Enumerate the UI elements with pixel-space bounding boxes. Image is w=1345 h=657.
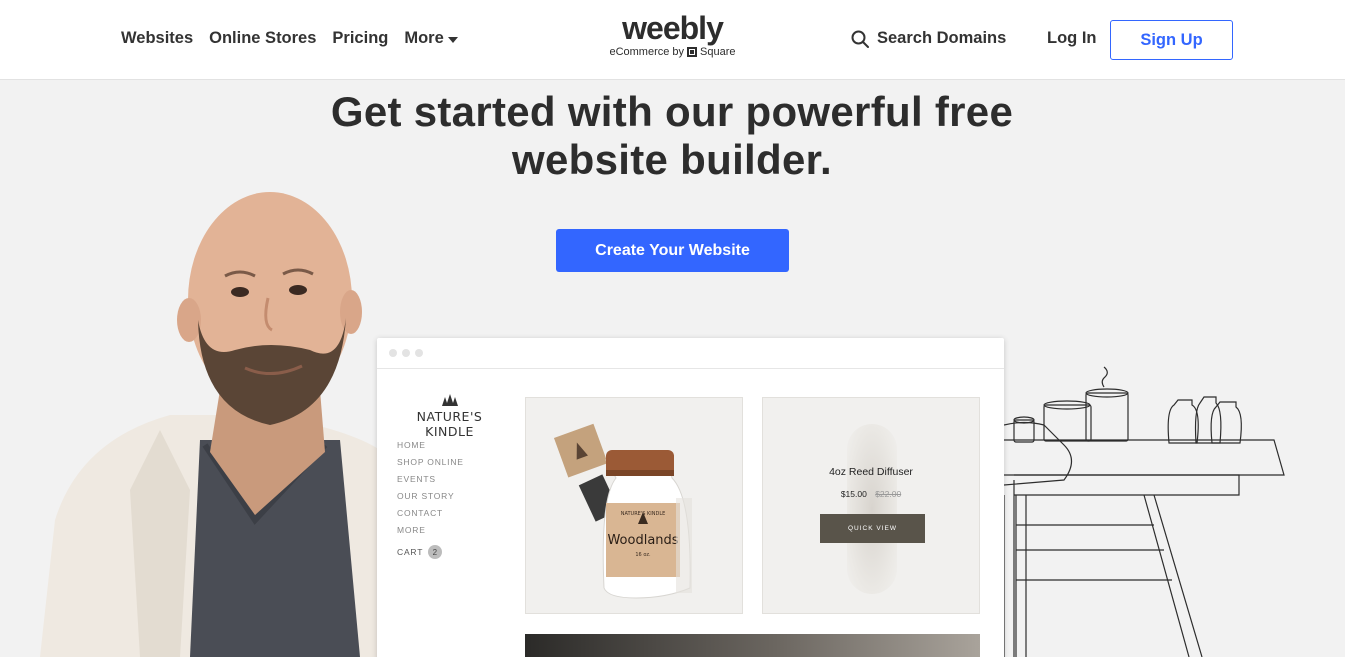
candle-medium xyxy=(1043,404,1092,442)
mock-menu-home[interactable]: HOME xyxy=(397,437,464,454)
mock-brand: NATURE'S KINDLE xyxy=(397,394,502,439)
jar-lid-band xyxy=(606,470,674,476)
weebly-logo[interactable]: weebly eCommerce by Square xyxy=(605,12,740,58)
candle-jar-image: NATURE'S KINDLE Woodlands 16 oz. xyxy=(553,423,692,599)
product-card-candle[interactable]: NATURE'S KINDLE Woodlands 16 oz. xyxy=(525,397,743,614)
window-dot xyxy=(389,349,397,357)
jar-label-main: Woodlands xyxy=(607,533,678,548)
nav-more[interactable]: More xyxy=(404,29,458,48)
product-card-diffuser[interactable]: 4oz Reed Diffuser $15.00 $22.00 QUICK VI… xyxy=(762,397,980,614)
table-leg-right xyxy=(1143,494,1203,657)
nav-more-label: More xyxy=(404,29,444,47)
candle-tall xyxy=(1085,392,1129,442)
create-website-button[interactable]: Create Your Website xyxy=(556,229,789,272)
nav-websites[interactable]: Websites xyxy=(121,29,193,48)
caret-down-icon xyxy=(447,36,458,43)
hero-title-line-1: Get started with our powerful free xyxy=(330,88,1014,135)
browser-bar xyxy=(377,338,1004,369)
jar-label-size: 16 oz. xyxy=(635,552,651,558)
smoke xyxy=(1101,366,1108,388)
person-photo xyxy=(40,192,380,657)
eye-left xyxy=(231,287,249,297)
nav-pricing[interactable]: Pricing xyxy=(332,29,388,48)
logo-sub-prefix: eCommerce by xyxy=(609,46,685,58)
logo-wordmark: weebly xyxy=(622,10,724,46)
trees-logo-icon xyxy=(441,394,458,406)
ear-left xyxy=(177,298,201,342)
logo-sub-brand: Square xyxy=(700,46,736,58)
logo-subtitle: eCommerce by Square xyxy=(605,46,740,58)
mock-cart-label: CART xyxy=(397,547,424,557)
signup-button[interactable]: Sign Up xyxy=(1110,20,1233,60)
site-header: Websites Online Stores Pricing More weeb… xyxy=(0,0,1345,80)
mock-cart[interactable]: CART 2 xyxy=(397,545,443,559)
mock-menu-shop-online[interactable]: SHOP ONLINE xyxy=(397,454,464,471)
search-domains-label: Search Domains xyxy=(877,29,1007,47)
price-row: $15.00 $22.00 xyxy=(763,489,979,499)
product-price: $15.00 xyxy=(840,489,867,499)
table-rail xyxy=(1016,524,1172,581)
window-dot xyxy=(415,349,423,357)
search-domains-link[interactable]: Search Domains xyxy=(851,29,1006,48)
mock-menu-contact[interactable]: CONTACT xyxy=(397,505,464,522)
hero-title: Get started with our powerful free websi… xyxy=(272,88,1072,184)
banner-image-strip xyxy=(525,634,980,657)
table-leg-left xyxy=(1015,495,1027,657)
ear-right xyxy=(340,290,362,334)
login-link[interactable]: Log In xyxy=(1047,29,1096,48)
search-icon xyxy=(851,30,869,48)
mock-menu-more[interactable]: MORE xyxy=(397,522,464,539)
product-name: 4oz Reed Diffuser xyxy=(829,466,913,478)
mock-cart-count: 2 xyxy=(428,545,443,559)
mock-side-menu: HOME SHOP ONLINE EVENTS OUR STORY CONTAC… xyxy=(397,437,464,539)
quick-view-button[interactable]: QUICK VIEW xyxy=(820,514,925,543)
vase-1 xyxy=(1167,399,1199,444)
vase-3 xyxy=(1210,401,1242,444)
vase-2 xyxy=(1194,396,1222,444)
jar-shadow xyxy=(676,498,692,593)
product-old-price: $22.00 xyxy=(875,489,902,499)
diffuser-blur xyxy=(847,424,897,594)
website-preview-mockup: NATURE'S KINDLE HOME SHOP ONLINE EVENTS … xyxy=(377,338,1004,657)
mock-brand-name: NATURE'S KINDLE xyxy=(416,409,483,439)
nav-online-stores[interactable]: Online Stores xyxy=(209,29,316,48)
tabletop xyxy=(1004,439,1285,476)
main-nav: Websites Online Stores Pricing More xyxy=(121,29,458,48)
eye-right xyxy=(289,285,307,295)
hero-title-line-2: website builder. xyxy=(512,136,832,183)
table-apron xyxy=(1014,474,1240,496)
square-logo-icon xyxy=(687,47,698,57)
table-illustration xyxy=(1004,366,1285,657)
mock-menu-our-story[interactable]: OUR STORY xyxy=(397,488,464,505)
mock-menu-events[interactable]: EVENTS xyxy=(397,471,464,488)
chair-frame xyxy=(1004,480,1015,657)
window-dot xyxy=(402,349,410,357)
